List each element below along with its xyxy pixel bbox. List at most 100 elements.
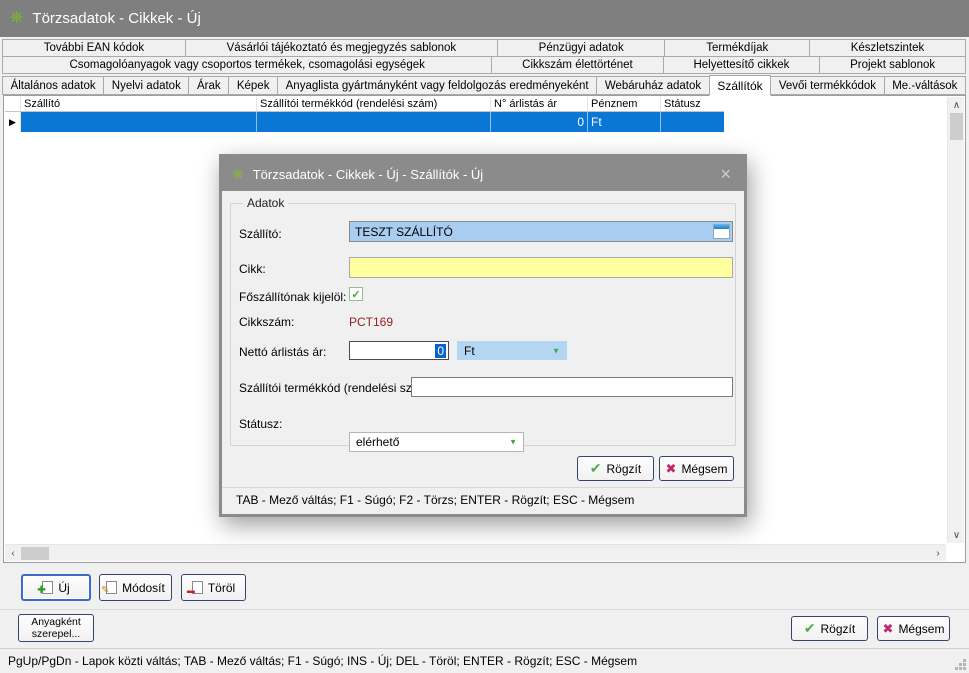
tab-cikkszam-elettortenet[interactable]: Cikkszám élettörténet bbox=[491, 56, 663, 74]
groupbox-title: Adatok bbox=[243, 196, 288, 210]
row-marker-icon: ▶ bbox=[5, 112, 21, 132]
app-window: ❋ Törzsadatok - Cikkek - Új További EAN … bbox=[0, 0, 969, 673]
grid-header-row: Szállító Szállítói termékkód (rendelési … bbox=[5, 97, 946, 112]
close-icon[interactable]: × bbox=[717, 165, 734, 183]
edit-document-icon: ✎ bbox=[106, 581, 117, 594]
dialog-title-bar: ❋ Törzsadatok - Cikkek - Új - Szállítók … bbox=[222, 157, 744, 191]
grid-header-szallito[interactable]: Szállító bbox=[21, 97, 257, 112]
tab-keszletszintek[interactable]: Készletszintek bbox=[809, 39, 966, 57]
tab-csomagoloanyagok[interactable]: Csomagolóanyagok vagy csoportos termékek… bbox=[2, 56, 492, 74]
tab-me-valtasok[interactable]: Me.-váltások bbox=[884, 76, 966, 95]
main-cancel-button[interactable]: ✖ Mégsem bbox=[877, 616, 950, 641]
cancel-x-icon: ✖ bbox=[666, 461, 677, 477]
supplier-field-value: TESZT SZÁLLÍTÓ bbox=[355, 225, 453, 239]
cell-statusz bbox=[661, 112, 724, 132]
tab-vevoi-termekkodok[interactable]: Vevői termékkódok bbox=[770, 76, 884, 95]
chevron-down-icon: ▼ bbox=[509, 438, 517, 447]
save-check-icon: ✔ bbox=[804, 620, 816, 637]
main-title-bar: ❋ Törzsadatok - Cikkek - Új bbox=[0, 0, 969, 37]
delete-button[interactable]: ▬ Töröl bbox=[181, 574, 246, 601]
vertical-scrollbar-thumb[interactable] bbox=[950, 113, 963, 140]
currency-value: Ft bbox=[464, 344, 475, 358]
modify-button[interactable]: ✎ Módosít bbox=[99, 574, 172, 601]
tab-nyelvi-adatok[interactable]: Nyelvi adatok bbox=[103, 76, 189, 95]
material-usage-button-label: Anyagként szerepel... bbox=[19, 616, 93, 640]
delete-document-icon: ▬ bbox=[192, 581, 203, 594]
chevron-down-icon: ▼ bbox=[552, 346, 560, 355]
vertical-scrollbar[interactable]: ∧ ∨ bbox=[947, 97, 964, 543]
tab-arak[interactable]: Árak bbox=[188, 76, 229, 95]
main-status-bar: PgUp/PgDn - Lapok közti váltás; TAB - Me… bbox=[0, 648, 969, 673]
status-value: elérhető bbox=[356, 435, 399, 449]
tab-szallitok[interactable]: Szállítók bbox=[709, 75, 772, 96]
tab-helyettesito-cikkek[interactable]: Helyettesítő cikkek bbox=[663, 56, 821, 74]
supplier-field-label: Szállító: bbox=[239, 227, 282, 241]
tab-anyaglista[interactable]: Anyaglista gyártmányként vagy feldolgozá… bbox=[277, 76, 597, 95]
horizontal-scrollbar[interactable]: ‹ › bbox=[5, 544, 946, 561]
modify-button-label: Módosít bbox=[122, 581, 165, 595]
tab-webaruhaz-adatok[interactable]: Webáruház adatok bbox=[596, 76, 710, 95]
tab-row-1: További EAN kódok Vásárlói tájékoztató é… bbox=[3, 39, 966, 57]
new-button-label: Új bbox=[58, 581, 69, 595]
material-usage-button[interactable]: Anyagként szerepel... bbox=[18, 614, 94, 642]
tab-tovabbi-ean-kodok[interactable]: További EAN kódok bbox=[2, 39, 186, 57]
scroll-up-icon[interactable]: ∧ bbox=[948, 97, 965, 113]
tab-termekdijak[interactable]: Termékdíjak bbox=[664, 39, 810, 57]
tab-projekt-sablonok[interactable]: Projekt sablonok bbox=[819, 56, 966, 74]
dialog-status-separator bbox=[222, 487, 744, 488]
cell-szallito bbox=[21, 112, 257, 132]
status-field-label: Státusz: bbox=[239, 417, 282, 431]
grid-header-termekkod[interactable]: Szállítói termékkód (rendelési szám) bbox=[257, 97, 491, 112]
table-row-selected[interactable]: ▶ 0 Ft bbox=[5, 112, 724, 132]
supplier-field[interactable]: TESZT SZÁLLÍTÓ bbox=[349, 221, 733, 242]
main-status-text: PgUp/PgDn - Lapok közti váltás; TAB - Me… bbox=[8, 654, 637, 668]
resize-grip[interactable] bbox=[963, 667, 966, 670]
dialog-save-label: Rögzít bbox=[607, 462, 642, 476]
grid-header-penznem[interactable]: Pénznem bbox=[588, 97, 661, 112]
supplier-code-input[interactable] bbox=[411, 377, 733, 397]
delete-button-label: Töröl bbox=[208, 581, 235, 595]
dialog-app-icon: ❋ bbox=[232, 166, 244, 183]
tab-vasarloi-tajekoztato[interactable]: Vásárlói tájékoztató és megjegyzés sablo… bbox=[185, 39, 498, 57]
window-title: Törzsadatok - Cikkek - Új bbox=[32, 10, 200, 27]
main-cancel-button-label: Mégsem bbox=[898, 622, 944, 636]
grid-header-marker bbox=[5, 97, 21, 112]
item-number-value: PCT169 bbox=[349, 315, 393, 329]
cell-penznem: Ft bbox=[588, 112, 661, 132]
status-dropdown[interactable]: elérhető ▼ bbox=[349, 432, 524, 452]
grid-header-statusz[interactable]: Státusz bbox=[661, 97, 724, 112]
scroll-down-icon[interactable]: ∨ bbox=[948, 527, 965, 543]
dialog-status-text: TAB - Mező váltás; F1 - Súgó; F2 - Törzs… bbox=[236, 493, 634, 507]
dialog-title: Törzsadatok - Cikkek - Új - Szállítók - … bbox=[253, 167, 709, 182]
tab-row-3: Általános adatok Nyelvi adatok Árak Képe… bbox=[3, 74, 966, 95]
supplier-dialog: ❋ Törzsadatok - Cikkek - Új - Szállítók … bbox=[219, 154, 747, 517]
item-field[interactable] bbox=[349, 257, 733, 278]
save-check-icon: ✔ bbox=[590, 460, 602, 477]
new-document-icon: ✚ bbox=[42, 581, 53, 594]
scroll-left-icon[interactable]: ‹ bbox=[5, 545, 21, 562]
bottom-separator bbox=[0, 609, 969, 610]
scroll-right-icon[interactable]: › bbox=[930, 545, 946, 562]
dialog-cancel-label: Mégsem bbox=[681, 462, 727, 476]
lookup-window-icon[interactable] bbox=[713, 224, 730, 239]
tab-altalanos-adatok[interactable]: Általános adatok bbox=[2, 76, 104, 95]
cancel-x-icon: ✖ bbox=[883, 621, 894, 637]
currency-dropdown[interactable]: Ft ▼ bbox=[457, 341, 567, 360]
tab-kepek[interactable]: Képek bbox=[228, 76, 278, 95]
new-button[interactable]: ✚ Új bbox=[21, 574, 91, 601]
app-icon: ❋ bbox=[10, 11, 23, 27]
net-price-value: 0 bbox=[435, 344, 446, 358]
horizontal-scrollbar-thumb[interactable] bbox=[21, 547, 49, 560]
main-save-button[interactable]: ✔ Rögzít bbox=[791, 616, 868, 641]
dialog-save-button[interactable]: ✔ Rögzít bbox=[577, 456, 654, 481]
tab-penzugyi-adatok[interactable]: Pénzügyi adatok bbox=[497, 39, 666, 57]
dialog-body: Adatok Szállító: TESZT SZÁLLÍTÓ Cikk: Fő… bbox=[222, 191, 744, 514]
item-number-label: Cikkszám: bbox=[239, 315, 294, 329]
net-price-input[interactable]: 0 bbox=[349, 341, 449, 360]
grid-header-arlistas-ar[interactable]: N° árlistás ár bbox=[491, 97, 588, 112]
dialog-cancel-button[interactable]: ✖ Mégsem bbox=[659, 456, 734, 481]
item-field-label: Cikk: bbox=[239, 262, 266, 276]
main-save-button-label: Rögzít bbox=[821, 622, 856, 636]
main-supplier-checkbox[interactable]: ✓ bbox=[349, 287, 363, 301]
main-supplier-label: Főszállítónak kijelöl: bbox=[239, 290, 346, 304]
